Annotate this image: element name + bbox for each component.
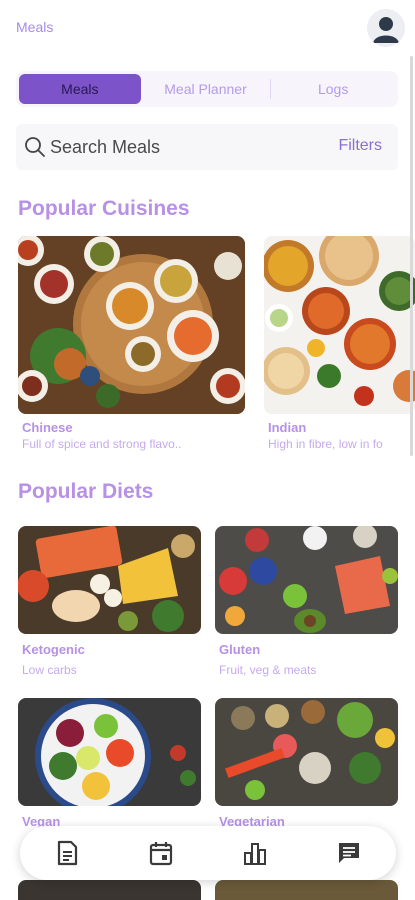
nav-planner[interactable] [141,833,181,873]
diet-card-vegan[interactable]: Vegan [18,698,201,838]
filters-button[interactable]: Filters [338,137,382,155]
diet-description: Fruit, veg & meats [219,663,317,677]
nav-meals[interactable] [47,833,87,873]
search-icon [25,137,45,157]
diet-card-partial [215,880,398,900]
ketogenic-food-image [18,526,201,634]
scrollbar[interactable] [410,56,413,456]
top-bar: Meals [0,0,415,56]
cuisine-description: High in fibre, low in fo [268,437,383,451]
diet-card-vegetarian[interactable]: Vegetarian [215,698,398,838]
diet-name: Ketogenic [22,642,85,657]
diet-card-partial [18,880,201,900]
cuisine-description: Full of spice and strong flavo.. [22,437,182,451]
popular-diets-title: Popular Diets [18,480,154,503]
nav-chat[interactable] [329,833,369,873]
avatar[interactable] [367,9,405,47]
tab-logs[interactable]: Logs [271,74,395,104]
diet-card-gluten[interactable]: Gluten Fruit, veg & meats [215,526,398,686]
nav-stats[interactable] [235,833,275,873]
gluten-food-image [215,526,398,634]
vegetarian-food-image [215,698,398,806]
cuisine-card-chinese[interactable]: Chinese Full of spice and strong flavo.. [18,236,245,456]
bar-chart-icon [244,843,266,865]
chinese-food-image [18,236,245,414]
diet-card-ketogenic[interactable]: Ketogenic Low carbs [18,526,201,686]
cuisine-name: Indian [268,420,307,435]
chat-icon [339,843,359,863]
diet-name: Gluten [219,642,261,657]
search-bar: Filters [16,124,398,170]
tab-meals[interactable]: Meals [19,74,141,104]
main-tabs: Meals Meal Planner Logs [16,71,398,107]
indian-food-image [264,236,415,414]
popular-cuisines-title: Popular Cuisines [18,197,190,220]
calendar-icon [149,842,173,866]
app-title: Meals [16,19,54,35]
cuisine-name: Chinese [22,420,73,435]
search-input[interactable] [50,133,310,161]
vegan-food-image [18,698,201,806]
cuisine-card-indian[interactable]: Indian High in fibre, low in fo [264,236,415,456]
tab-meal-planner[interactable]: Meal Planner [141,74,271,104]
diet-description: Low carbs [22,663,77,677]
bottom-nav [20,826,396,880]
meals-list-icon [57,840,78,866]
